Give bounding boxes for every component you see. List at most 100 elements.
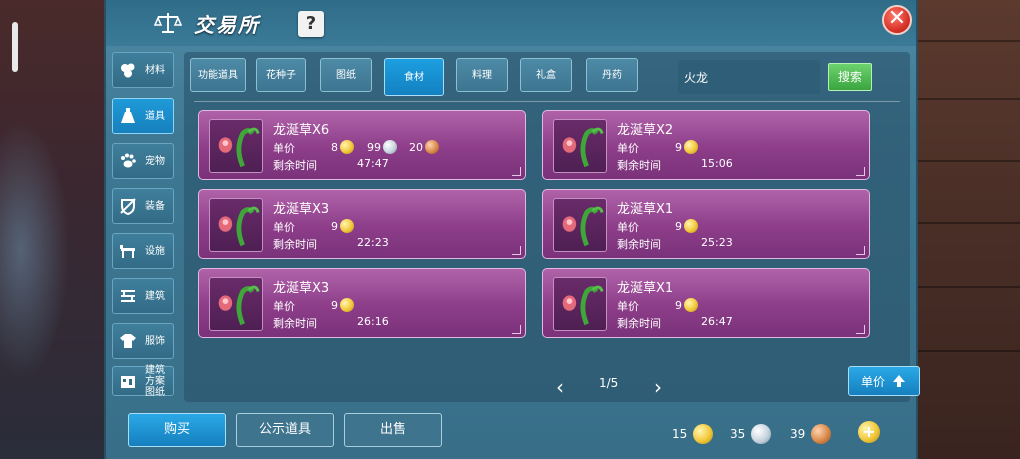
gold-coin-icon	[684, 140, 698, 154]
price-row: 单价 9	[617, 298, 698, 314]
sidebar-item-blueprints[interactable]: 建筑方案图纸	[112, 364, 174, 398]
sidebar-item-pets[interactable]: 宠物	[112, 143, 174, 179]
time-left: 25:23	[701, 236, 733, 249]
item-name: 龙涎草X1	[617, 202, 674, 217]
tab-elixir[interactable]: 丹药	[586, 58, 638, 92]
gold-coin-icon	[693, 424, 714, 444]
listing-card[interactable]: 龙涎草X3 单价 9 剩余时间 22:23	[198, 189, 526, 259]
public-items-button[interactable]: 公示道具	[236, 413, 334, 447]
exchange-window: 交易所 ? ✕ 材料 道具 宠物 装备 设施 建筑 服饰 建筑方案图纸 功能道具…	[104, 0, 920, 459]
tab-flower-seeds[interactable]: 花种子	[256, 58, 306, 92]
herb-icon	[209, 198, 263, 252]
tab-cooking[interactable]: 料理	[456, 58, 508, 92]
sidebar-item-equipment[interactable]: 装备	[112, 188, 174, 224]
item-name: 龙涎草X1	[617, 281, 674, 296]
time-row: 剩余时间 26:16	[273, 315, 389, 331]
price-row: 单价 8 99 20	[273, 140, 439, 156]
sidebar-item-label: 装备	[145, 200, 165, 212]
gold-balance: 15	[672, 424, 714, 444]
potion-icon	[121, 108, 135, 123]
copper-balance: 39	[790, 424, 832, 444]
price-gold: 9	[331, 219, 354, 233]
price-copper: 20	[409, 140, 439, 154]
close-button[interactable]: ✕	[882, 5, 912, 35]
sell-button[interactable]: 出售	[344, 413, 442, 447]
gold-coin-icon	[340, 140, 354, 154]
price-silver: 99	[367, 140, 397, 154]
price-label: 单价	[617, 300, 639, 313]
time-label: 剩余时间	[273, 317, 317, 330]
sidebar-item-label: 材料	[145, 64, 165, 76]
time-left: 47:47	[357, 157, 389, 170]
listing-panel: 功能道具 花种子 图纸 食材 料理 礼盒 丹药 搜索 龙涎草X6 单价 8 99…	[184, 52, 920, 402]
listing-card[interactable]: 龙涎草X6 单价 8 99 20 剩余时间 47:47	[198, 110, 526, 180]
sort-by-price-button[interactable]: 单价	[848, 366, 920, 396]
blueprint-icon	[121, 376, 135, 388]
copper-coin-icon	[425, 140, 439, 154]
next-page-button[interactable]: ›	[654, 375, 662, 399]
tab-gift-box[interactable]: 礼盒	[520, 58, 572, 92]
tab-blueprints[interactable]: 图纸	[320, 58, 372, 92]
sort-arrow-icon	[893, 375, 905, 387]
tab-ingredients[interactable]: 食材	[384, 58, 444, 96]
sidebar-item-items[interactable]: 道具	[112, 98, 174, 134]
herb-icon	[209, 277, 263, 331]
item-name: 龙涎草X6	[273, 123, 330, 138]
listing-card[interactable]: 龙涎草X2 单价 9 剩余时间 15:06	[542, 110, 870, 180]
price-label: 单价	[617, 142, 639, 155]
price-row: 单价 9	[617, 140, 698, 156]
card-corner-mark	[856, 167, 865, 176]
price-label: 单价	[273, 300, 295, 313]
add-currency-button[interactable]: +	[858, 421, 880, 443]
item-name: 龙涎草X2	[617, 123, 674, 138]
item-name: 龙涎草X3	[273, 281, 330, 296]
prev-page-button[interactable]: ‹	[556, 375, 564, 399]
time-left: 15:06	[701, 157, 733, 170]
building-icon	[121, 290, 135, 302]
listing-card[interactable]: 龙涎草X1 单价 9 剩余时间 25:23	[542, 189, 870, 259]
time-row: 剩余时间 15:06	[617, 157, 733, 173]
search-button[interactable]: 搜索	[828, 63, 872, 91]
sidebar-item-label: 建筑方案图纸	[145, 364, 165, 398]
sidebar-item-label: 建筑	[145, 290, 165, 302]
card-corner-mark	[856, 325, 865, 334]
price-label: 单价	[617, 221, 639, 234]
sidebar-item-buildings[interactable]: 建筑	[112, 278, 174, 314]
herb-icon	[553, 119, 607, 173]
sidebar-item-clothing[interactable]: 服饰	[112, 323, 174, 359]
gold-coin-icon	[340, 298, 354, 312]
price-gold: 9	[331, 298, 354, 312]
sidebar-item-materials[interactable]: 材料	[112, 52, 174, 88]
listing-card[interactable]: 龙涎草X1 单价 9 剩余时间 26:47	[542, 268, 870, 338]
card-corner-mark	[512, 325, 521, 334]
time-left: 22:23	[357, 236, 389, 249]
card-corner-mark	[856, 246, 865, 255]
sidebar-item-facilities[interactable]: 设施	[112, 233, 174, 269]
time-label: 剩余时间	[617, 238, 661, 251]
clothing-icon	[120, 334, 136, 348]
copper-coin-icon	[811, 424, 832, 444]
item-name: 龙涎草X3	[273, 202, 330, 217]
tab-functional-items[interactable]: 功能道具	[190, 58, 246, 92]
search-input[interactable]	[678, 60, 820, 94]
time-label: 剩余时间	[273, 238, 317, 251]
materials-icon	[121, 63, 135, 78]
listing-card[interactable]: 龙涎草X3 单价 9 剩余时间 26:16	[198, 268, 526, 338]
price-row: 单价 9	[273, 298, 354, 314]
help-button[interactable]: ?	[298, 11, 324, 37]
time-row: 剩余时间 22:23	[273, 236, 389, 252]
gold-coin-icon	[684, 219, 698, 233]
edge-handle[interactable]	[12, 22, 18, 72]
gold-coin-icon	[340, 219, 354, 233]
time-row: 剩余时间 26:47	[617, 315, 733, 331]
price-gold: 8	[331, 140, 354, 154]
silver-balance: 35	[730, 424, 772, 444]
price-gold: 9	[675, 298, 698, 312]
title-bar: 交易所 ? ✕	[106, 0, 916, 46]
price-label: 单价	[273, 142, 295, 155]
card-corner-mark	[512, 246, 521, 255]
time-label: 剩余时间	[617, 159, 661, 172]
buy-button[interactable]: 购买	[128, 413, 226, 447]
background-left	[0, 0, 104, 459]
gold-coin-icon	[684, 298, 698, 312]
